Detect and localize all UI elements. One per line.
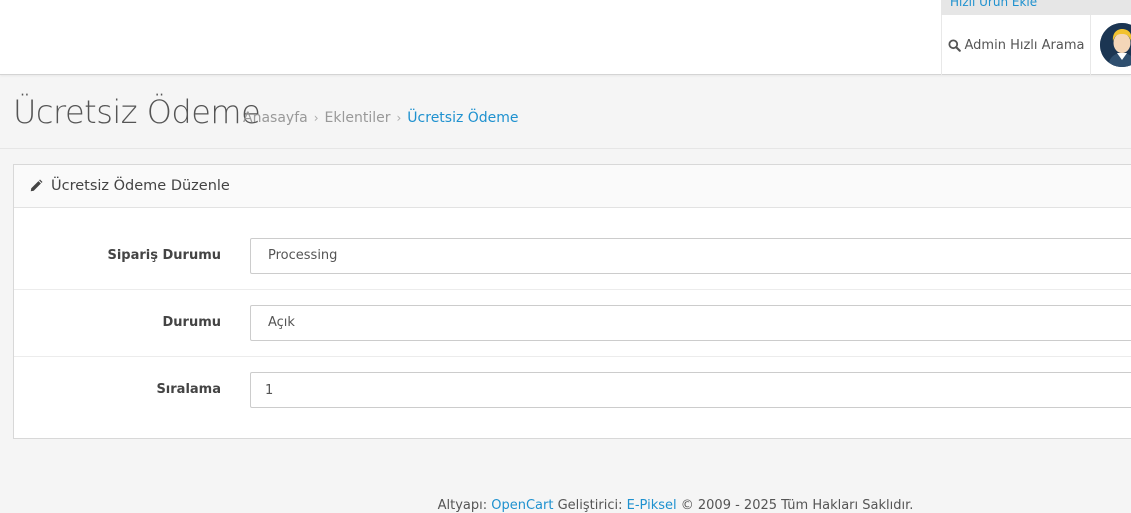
admin-quick-search-button[interactable]: Admin Hızlı Arama [941,15,1091,75]
footer-developer-prefix: Geliştirici: [557,498,623,513]
footer-copyright: © 2009 - 2025 Tüm Hakları Saklıdır. [680,498,914,513]
breadcrumb-extensions[interactable]: Eklentiler [325,110,391,126]
quick-add-product-link[interactable]: Hızlı Ürün Ekle [950,0,1037,9]
status-select[interactable]: Açık [250,305,1131,341]
search-icon [948,38,961,52]
opencart-link[interactable]: OpenCart [491,498,553,513]
user-avatar-icon [1100,23,1131,67]
breadcrumb-separator: › [313,111,319,125]
top-header: Hızlı Ürün Ekle Admin Hızlı Arama [0,0,1131,75]
panel-title: Ücretsiz Ödeme Düzenle [51,178,230,194]
form-row-status: Durumu Açık [14,290,1131,357]
sort-order-label: Sıralama [156,382,221,397]
form-row-sort-order: Sıralama [14,357,1131,439]
status-label: Durumu [162,315,221,330]
order-status-select[interactable]: Processing [250,238,1131,274]
footer-prefix: Altyapı: [437,498,488,513]
page-title: Ücretsiz Ödeme [13,93,261,131]
panel-heading: Ücretsiz Ödeme Düzenle [14,165,1131,208]
breadcrumb-home[interactable]: Anasayfa [243,110,308,126]
avatar[interactable] [1100,23,1131,67]
order-status-label: Sipariş Durumu [107,248,221,263]
sort-order-input[interactable] [250,372,1131,408]
developer-link[interactable]: E-Piksel [627,498,677,513]
admin-search-label: Admin Hızlı Arama [964,37,1085,53]
breadcrumb-current[interactable]: Ücretsiz Ödeme [407,110,518,126]
edit-panel: Ücretsiz Ödeme Düzenle Sipariş Durumu Pr… [13,164,1131,439]
pencil-icon [30,179,43,192]
footer: Altyapı: OpenCart Geliştirici: E-Piksel … [0,498,1131,513]
form-row-order-status: Sipariş Durumu Processing [14,208,1131,290]
quick-add-bar: Hızlı Ürün Ekle [941,0,1131,15]
breadcrumb: Anasayfa › Eklentiler › Ücretsiz Ödeme [243,110,519,126]
breadcrumb-separator: › [396,111,402,125]
page-header-divider [0,148,1131,149]
